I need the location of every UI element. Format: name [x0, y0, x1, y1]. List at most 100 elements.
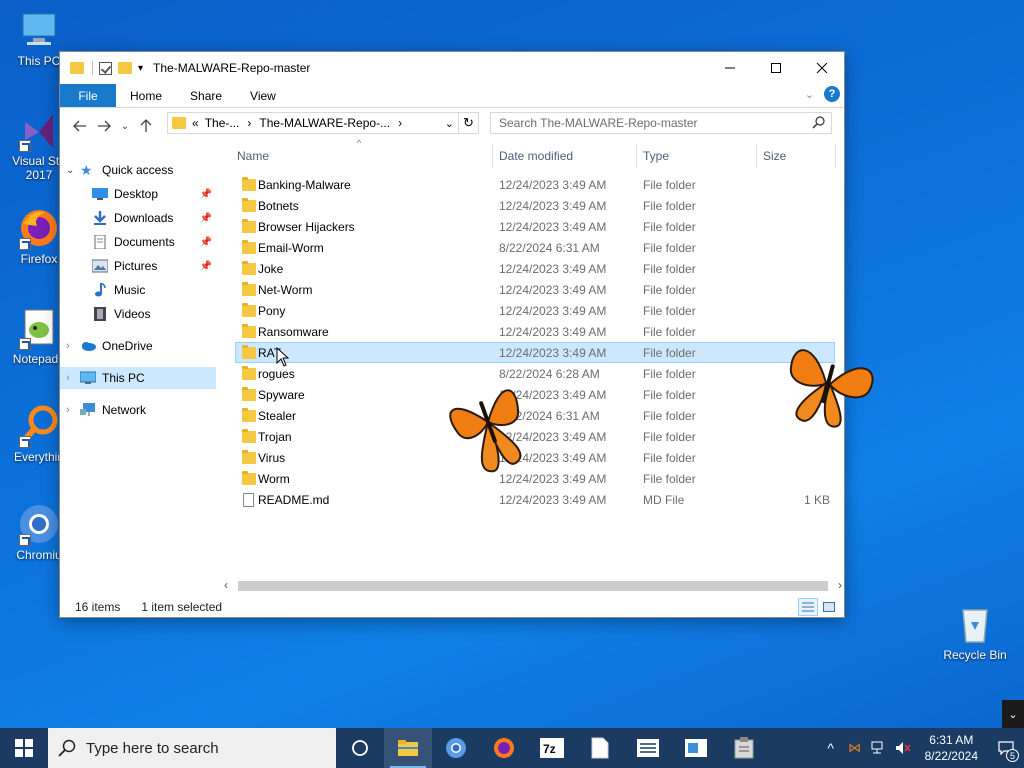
forward-button[interactable]: [92, 114, 116, 138]
tab-file[interactable]: File: [60, 84, 116, 107]
column-header-size[interactable]: Size: [763, 144, 835, 168]
chevron-down-icon[interactable]: ⌄: [66, 165, 80, 176]
sidebar-item-quick-access[interactable]: ⌄ ★ Quick access: [66, 159, 216, 181]
table-row[interactable]: Net-Worm 12/24/2023 3:49 AM File folder: [236, 279, 836, 300]
file-name: Joke: [258, 261, 284, 276]
help-icon[interactable]: ?: [824, 86, 840, 102]
task-view-button[interactable]: [336, 728, 384, 768]
minimize-button[interactable]: [707, 52, 753, 84]
tab-view[interactable]: View: [236, 84, 290, 107]
table-row[interactable]: Ransomware 12/24/2023 3:49 AM File folder: [236, 321, 836, 342]
taskbar-app-window[interactable]: [672, 728, 720, 768]
new-folder-icon[interactable]: [118, 62, 132, 74]
table-row[interactable]: Trojan 12/24/2023 3:49 AM File folder: [236, 426, 836, 447]
sidebar-item-network[interactable]: › Network: [66, 399, 216, 421]
folder-icon: [242, 470, 256, 485]
clipboard-icon: [734, 737, 754, 759]
chevron-right-icon[interactable]: ›: [66, 340, 80, 352]
details-view-button[interactable]: [798, 598, 818, 616]
file-name: Worm: [258, 471, 290, 486]
scrollbar-thumb[interactable]: [238, 581, 828, 591]
breadcrumb-parent[interactable]: The-...: [205, 116, 240, 130]
column-divider[interactable]: [492, 144, 493, 168]
chevron-right-icon[interactable]: ›: [66, 404, 80, 416]
breadcrumb-separator[interactable]: ›: [247, 116, 251, 130]
column-header-date[interactable]: Date modified: [499, 144, 637, 168]
table-row[interactable]: Stealer 8/22/2024 6:31 AM File folder: [236, 405, 836, 426]
table-row[interactable]: Joke 12/24/2023 3:49 AM File folder: [236, 258, 836, 279]
chevron-right-icon[interactable]: ›: [66, 372, 80, 384]
show-hidden-icons-button[interactable]: ^: [819, 740, 843, 756]
table-row[interactable]: Email-Worm 8/22/2024 6:31 AM File folder: [236, 237, 836, 258]
taskbar-chromium[interactable]: [432, 728, 480, 768]
expand-ribbon-icon[interactable]: ⌄: [805, 88, 814, 101]
up-button[interactable]: [134, 114, 158, 138]
customize-toolbar-icon[interactable]: ▾: [138, 63, 143, 74]
volume-muted-icon[interactable]: [891, 741, 915, 755]
taskbar-clipboard[interactable]: [720, 728, 768, 768]
properties-check-icon[interactable]: [99, 61, 112, 75]
folder-icon: [70, 62, 84, 74]
breadcrumb-current[interactable]: The-MALWARE-Repo-...: [259, 116, 390, 130]
file-type: File folder: [643, 177, 696, 192]
large-icons-view-button[interactable]: [820, 598, 838, 616]
sidebar-item-music[interactable]: Music: [92, 279, 216, 301]
taskbar-7zip[interactable]: 7z: [528, 728, 576, 768]
notification-center-button[interactable]: 5: [988, 728, 1024, 768]
show-desktop-button[interactable]: ⌄: [1002, 700, 1024, 728]
table-row[interactable]: Botnets 12/24/2023 3:49 AM File folder: [236, 195, 836, 216]
butterfly-tray-icon[interactable]: ⋈: [843, 740, 867, 756]
title-bar[interactable]: ▾ The-MALWARE-Repo-master: [60, 52, 844, 84]
network-status-icon[interactable]: [867, 741, 891, 755]
sidebar-item-downloads[interactable]: Downloads 📌: [92, 207, 216, 229]
recent-locations-button[interactable]: ⌄: [116, 114, 134, 138]
taskbar-firefox[interactable]: [480, 728, 528, 768]
taskbar-search-input[interactable]: Type here to search: [48, 728, 336, 768]
sidebar-item-this-pc[interactable]: › This PC: [60, 367, 216, 389]
back-button[interactable]: [68, 114, 92, 138]
sidebar-item-videos[interactable]: Videos: [92, 303, 216, 325]
address-bar[interactable]: « The-... › The-MALWARE-Repo-... › ⌄ ↻: [167, 112, 479, 134]
svg-text:7z: 7z: [543, 742, 556, 756]
breadcrumb-overflow[interactable]: «: [192, 116, 199, 130]
table-row[interactable]: README.md 12/24/2023 3:49 AM MD File 1 KB: [236, 489, 836, 510]
sidebar-item-desktop[interactable]: Desktop 📌: [92, 183, 216, 205]
address-dropdown-icon[interactable]: ⌄: [445, 117, 454, 130]
sidebar-item-pictures[interactable]: Pictures 📌: [92, 255, 216, 277]
start-button[interactable]: [0, 728, 48, 768]
taskbar-clock[interactable]: 6:31 AM 8/22/2024: [925, 732, 978, 764]
maximize-button[interactable]: [753, 52, 799, 84]
search-input[interactable]: Search The-MALWARE-Repo-master: [490, 112, 832, 134]
column-header-type[interactable]: Type: [643, 144, 757, 168]
table-row[interactable]: Worm 12/24/2023 3:49 AM File folder: [236, 468, 836, 489]
tab-home[interactable]: Home: [116, 84, 176, 107]
taskbar-file-explorer[interactable]: [384, 728, 432, 768]
column-header-name[interactable]: Name: [237, 144, 492, 168]
sidebar-item-documents[interactable]: Documents 📌: [92, 231, 216, 253]
table-row[interactable]: Virus 12/24/2023 3:49 AM File folder: [236, 447, 836, 468]
scroll-left-icon[interactable]: ‹: [224, 578, 228, 592]
table-row[interactable]: Spyware 12/24/2023 3:49 AM File folder: [236, 384, 836, 405]
desktop-icon-recycle-bin[interactable]: Recycle Bin: [940, 602, 1010, 662]
close-button[interactable]: [799, 52, 845, 84]
column-divider[interactable]: [835, 144, 836, 168]
column-divider[interactable]: [756, 144, 757, 168]
table-row[interactable]: Banking-Malware 12/24/2023 3:49 AM File fo…: [236, 174, 836, 195]
column-divider[interactable]: [636, 144, 637, 168]
folder-icon: [242, 365, 256, 380]
taskbar-app-list[interactable]: [624, 728, 672, 768]
taskbar-notepad[interactable]: [576, 728, 624, 768]
sidebar-item-onedrive[interactable]: › OneDrive: [66, 335, 216, 357]
horizontal-scrollbar[interactable]: ‹ ›: [220, 578, 846, 594]
file-date-modified: 12/24/2023 3:49 AM: [499, 492, 607, 507]
table-row[interactable]: Browser Hijackers 12/24/2023 3:49 AM File …: [236, 216, 836, 237]
table-row[interactable]: rogues 8/22/2024 6:28 AM File folder: [236, 363, 836, 384]
table-row[interactable]: RAT 12/24/2023 3:49 AM File folder: [235, 342, 835, 363]
table-row[interactable]: Pony 12/24/2023 3:49 AM File folder: [236, 300, 836, 321]
navigation-pane: ⌄ ★ Quick access Desktop 📌 Downloads 📌 D…: [60, 144, 220, 584]
refresh-icon[interactable]: ↻: [458, 113, 478, 133]
breadcrumb-separator[interactable]: ›: [398, 116, 402, 130]
file-date-modified: 12/24/2023 3:49 AM: [499, 177, 607, 192]
tab-share[interactable]: Share: [176, 84, 236, 107]
scroll-right-icon[interactable]: ›: [838, 578, 842, 592]
